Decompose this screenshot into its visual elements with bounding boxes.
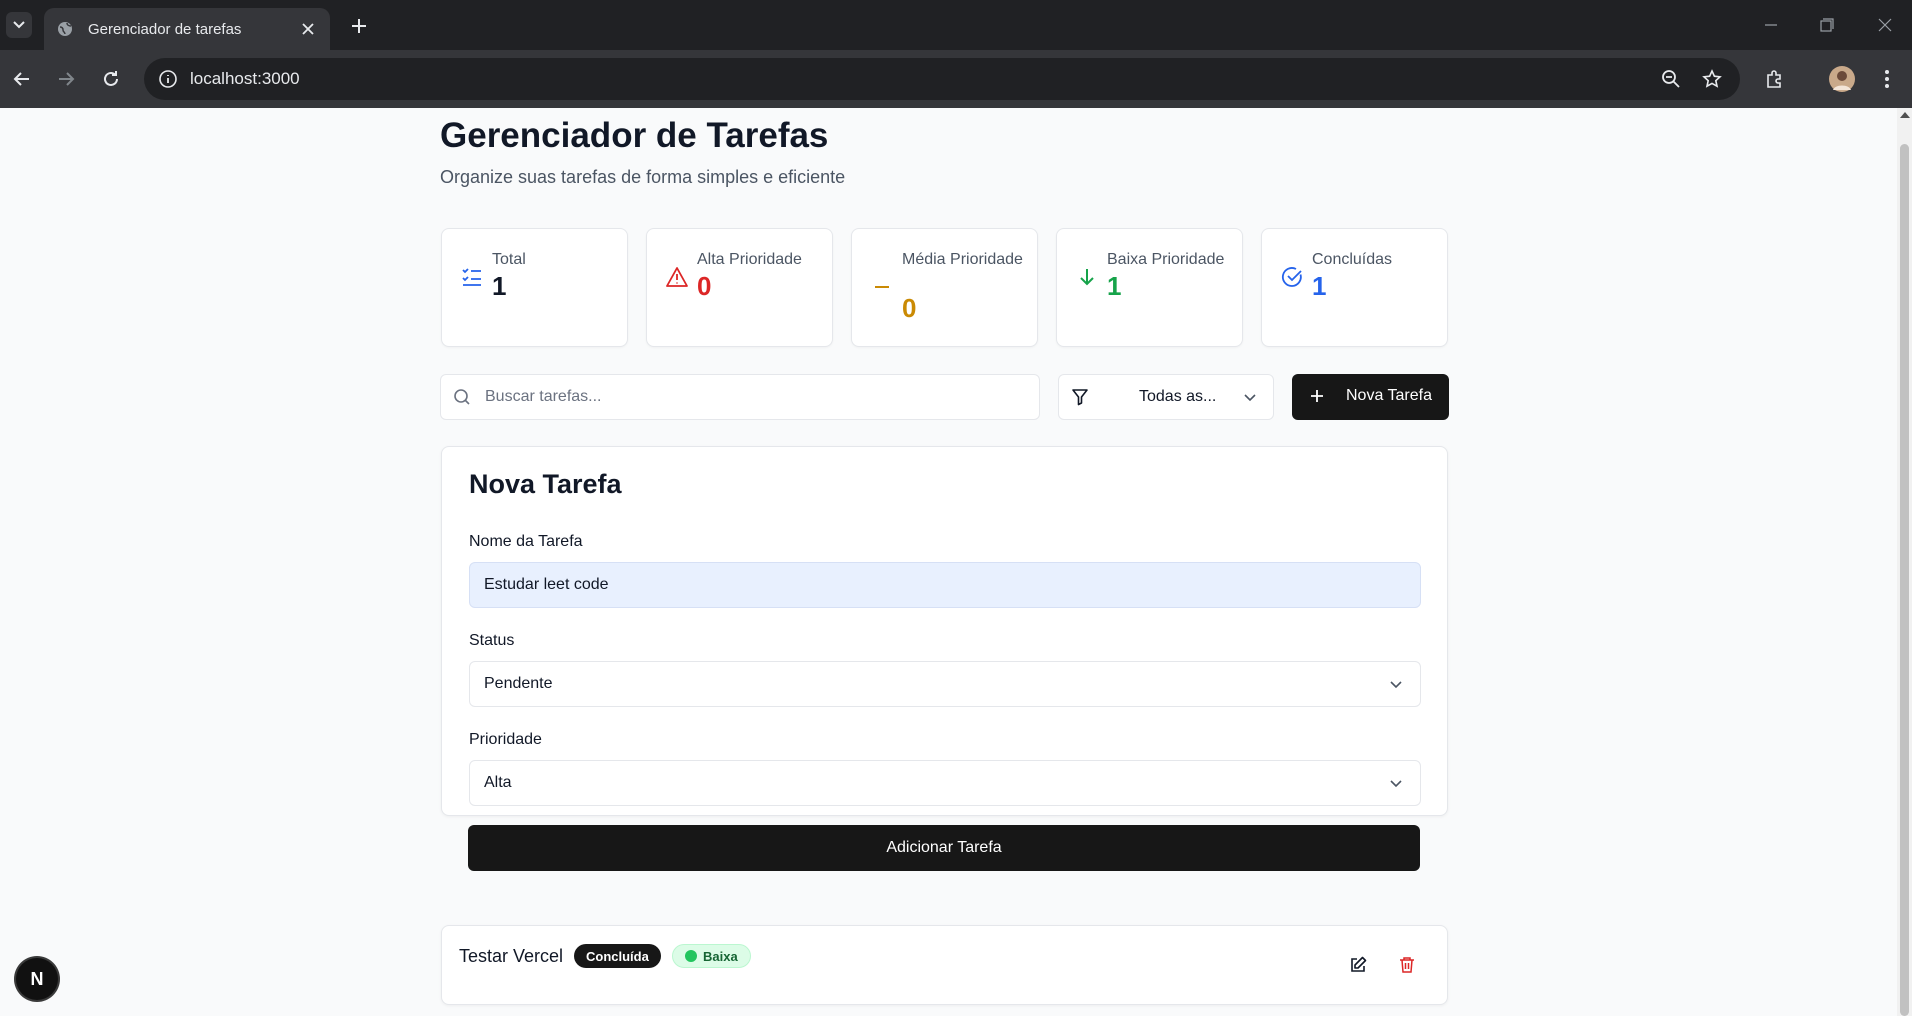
bookmark-star-icon[interactable]: [1701, 68, 1723, 90]
new-tab-button[interactable]: [345, 12, 373, 40]
priority-dot-icon: [685, 950, 697, 962]
arrow-down-icon: [1075, 265, 1099, 289]
forward-arrow-icon[interactable]: [53, 66, 79, 92]
plus-icon: [1308, 387, 1328, 407]
list-check-icon: [460, 265, 484, 289]
minimize-icon[interactable]: [1760, 14, 1782, 36]
stat-card-low-priority: Baixa Prioridade 1: [1056, 228, 1243, 347]
page-title: Gerenciador de Tarefas: [440, 116, 829, 155]
page-viewport: Gerenciador de Tarefas Organize suas tar…: [0, 108, 1897, 1016]
task-name-input[interactable]: Estudar leet code: [469, 562, 1421, 608]
scroll-thumb[interactable]: [1900, 144, 1909, 1016]
stat-value: 1: [1312, 271, 1327, 301]
page-scrollbar[interactable]: [1897, 108, 1912, 1016]
stat-value: 1: [1107, 271, 1122, 301]
stat-card-completed: Concluídas 1: [1261, 228, 1448, 347]
new-task-form: Nova Tarefa Nome da Tarefa Estudar leet …: [441, 446, 1448, 816]
stat-card-total: Total 1: [441, 228, 628, 347]
stat-value: 0: [697, 271, 712, 301]
filter-value: Todas as...: [1139, 388, 1217, 405]
tab-title: Gerenciador de tarefas: [88, 20, 242, 38]
alert-triangle-icon: [665, 265, 689, 289]
task-name-label: Nome da Tarefa: [469, 533, 583, 550]
add-task-button[interactable]: Adicionar Tarefa: [468, 825, 1420, 871]
restore-icon[interactable]: [1816, 14, 1838, 36]
search-icon: [453, 388, 473, 408]
close-window-icon[interactable]: [1874, 14, 1896, 36]
search-box: [440, 374, 1040, 420]
filter-icon: [1071, 388, 1091, 408]
profile-avatar[interactable]: [1829, 66, 1855, 92]
task-name: Testar Vercel: [459, 946, 564, 966]
status-label: Status: [469, 632, 515, 649]
browser-menu-icon[interactable]: [1876, 68, 1898, 90]
new-task-button-label: Nova Tarefa: [1346, 387, 1432, 404]
stat-label: Média Prioridade: [902, 251, 1023, 268]
task-card: Testar Vercel Concluída Baixa: [441, 925, 1448, 1005]
priority-select[interactable]: Alta: [469, 760, 1421, 806]
tab-search-icon[interactable]: [6, 12, 32, 38]
zoom-icon[interactable]: [1660, 68, 1682, 90]
chevron-down-icon: [1388, 676, 1406, 694]
stat-label: Baixa Prioridade: [1107, 251, 1225, 268]
status-filter-select[interactable]: Todas as...: [1058, 374, 1274, 420]
stat-label: Concluídas: [1312, 251, 1393, 268]
minus-icon: [870, 275, 894, 299]
address-bar[interactable]: localhost:3000: [144, 58, 1740, 100]
priority-label: Prioridade: [469, 731, 542, 748]
priority-badge-label: Baixa: [703, 948, 738, 964]
close-tab-icon[interactable]: [296, 17, 320, 41]
browser-tab[interactable]: Gerenciador de tarefas: [44, 8, 330, 50]
edit-icon[interactable]: [1347, 954, 1369, 976]
form-title: Nova Tarefa: [469, 469, 622, 499]
site-info-icon[interactable]: [158, 69, 178, 89]
url-text: localhost:3000: [190, 69, 300, 88]
status-value: Pendente: [484, 675, 553, 692]
status-select[interactable]: Pendente: [469, 661, 1421, 707]
priority-badge: Baixa: [672, 944, 751, 968]
chevron-down-icon: [1242, 389, 1260, 407]
search-input[interactable]: [485, 375, 1025, 419]
stat-label: Total: [492, 251, 526, 268]
reload-icon[interactable]: [98, 66, 124, 92]
stat-value: 1: [492, 271, 507, 301]
globe-icon: [56, 20, 74, 38]
nextjs-dev-badge[interactable]: N: [16, 958, 58, 1000]
status-badge: Concluída: [574, 944, 661, 968]
priority-value: Alta: [484, 774, 512, 791]
stat-label: Alta Prioridade: [697, 251, 802, 268]
extensions-puzzle-icon[interactable]: [1764, 68, 1786, 90]
stat-card-high-priority: Alta Prioridade 0: [646, 228, 833, 347]
check-circle-icon: [1280, 265, 1304, 289]
stat-value: 0: [902, 293, 917, 323]
trash-icon[interactable]: [1396, 954, 1418, 976]
chevron-down-icon: [1388, 775, 1406, 793]
task-name-value: Estudar leet code: [484, 576, 609, 593]
new-task-button[interactable]: Nova Tarefa: [1292, 374, 1449, 420]
stat-card-medium-priority: Média Prioridade 0: [851, 228, 1038, 347]
page-subtitle: Organize suas tarefas de forma simples e…: [440, 167, 846, 187]
back-arrow-icon[interactable]: [9, 66, 35, 92]
scroll-up-icon[interactable]: [1900, 112, 1910, 118]
browser-tab-bar: Gerenciador de tarefas: [0, 0, 1912, 50]
